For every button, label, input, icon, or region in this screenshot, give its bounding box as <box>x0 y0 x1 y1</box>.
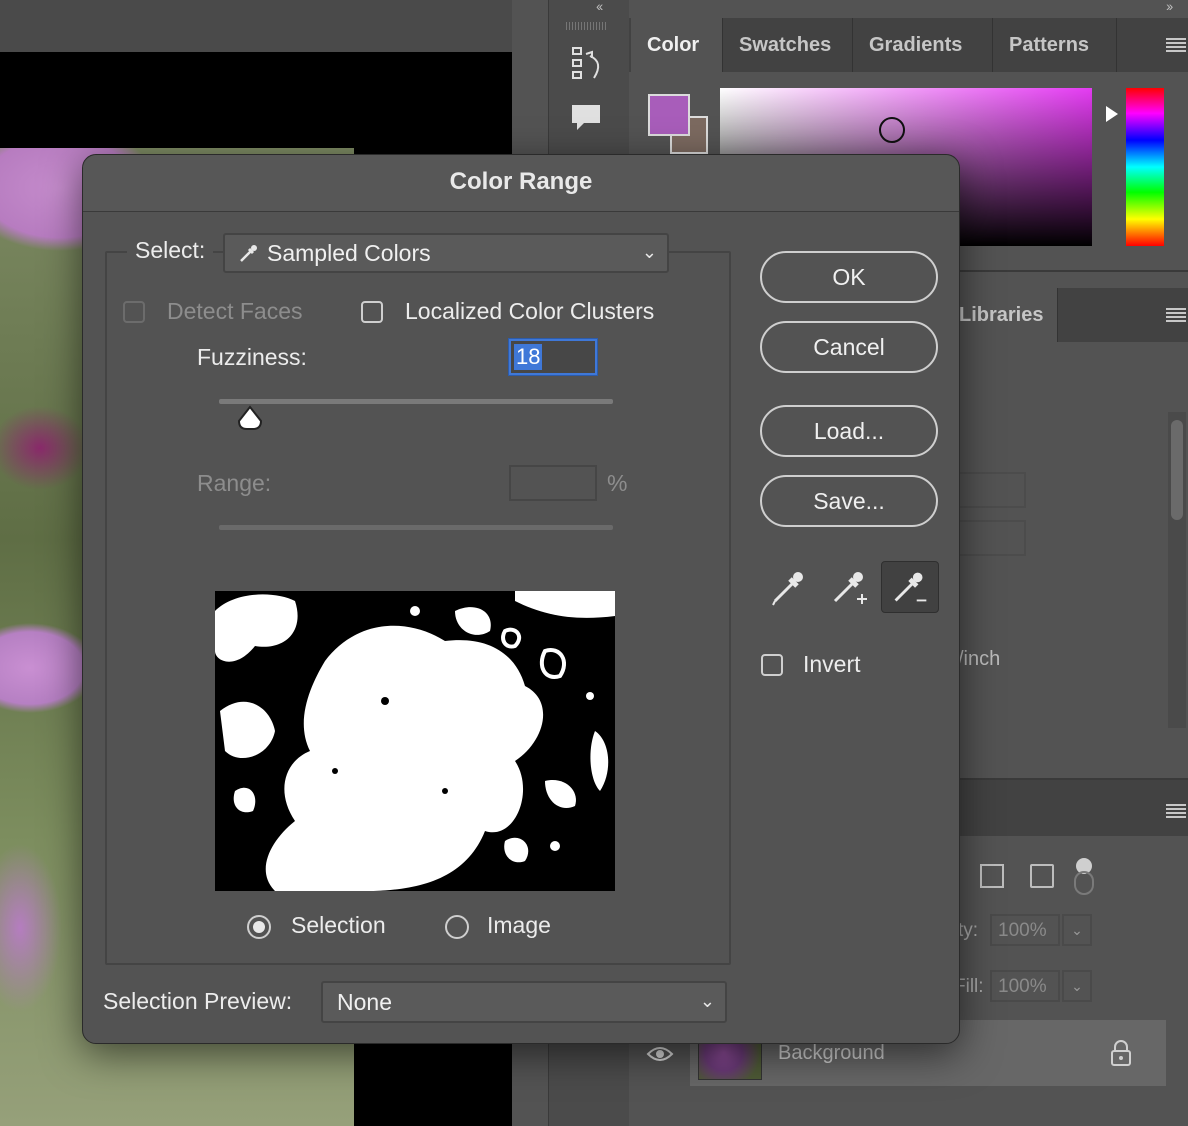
fill-field[interactable]: 100% <box>990 970 1060 1002</box>
detect-faces-label: Detect Faces <box>167 298 303 324</box>
panel-menu-icon[interactable] <box>1166 308 1186 322</box>
layer-name[interactable]: Background <box>778 1042 885 1065</box>
invert-label: Invert <box>803 651 861 677</box>
scrollbar-thumb[interactable] <box>1171 420 1183 520</box>
color-range-dialog: Color Range Select: Sampled Colors ⌄ Det… <box>82 154 960 1044</box>
chevron-down-icon[interactable]: ⌄ <box>1062 914 1092 946</box>
toggle-icon[interactable] <box>1072 856 1096 896</box>
transform-icon[interactable] <box>980 864 1004 888</box>
property-field[interactable] <box>958 472 1026 508</box>
eyedropper-icon <box>240 245 257 262</box>
hue-slider[interactable] <box>1126 88 1164 246</box>
opacity-label: ty: <box>958 920 979 941</box>
panel-menu-icon[interactable] <box>1166 38 1186 52</box>
lock-icon[interactable] <box>1110 1040 1132 1066</box>
preview-image-label: Image <box>487 912 551 938</box>
chevron-down-icon: ⌄ <box>699 991 715 1011</box>
comment-icon[interactable] <box>570 102 604 134</box>
range-unit: % <box>607 470 628 496</box>
hue-pointer-icon[interactable] <box>1106 106 1118 122</box>
fuzziness-slider-track[interactable] <box>219 399 613 404</box>
property-field[interactable] <box>958 520 1026 556</box>
grip-icon[interactable] <box>566 22 606 30</box>
range-input <box>509 465 597 501</box>
selection-preview-label: Selection Preview: <box>103 988 293 1014</box>
color-picker-ring[interactable] <box>879 117 905 143</box>
eyedropper-icon[interactable] <box>761 561 819 613</box>
select-value: Sampled Colors <box>267 240 431 266</box>
history-icon[interactable] <box>568 44 608 84</box>
tab-swatches[interactable]: Swatches <box>723 18 853 72</box>
tab-gradients[interactable]: Gradients <box>853 18 993 72</box>
artboard-icon[interactable] <box>1030 864 1054 888</box>
resolution-unit: /inch <box>958 648 1001 670</box>
cancel-button[interactable]: Cancel <box>760 321 938 373</box>
opacity-field[interactable]: 100% <box>990 914 1060 946</box>
preview-selection-label: Selection <box>291 912 386 938</box>
collapse-left-icon[interactable]: ‹‹ <box>596 0 603 14</box>
select-dropdown[interactable]: Sampled Colors ⌄ <box>223 233 669 273</box>
document-tab-bar <box>0 0 548 52</box>
fuzziness-slider-thumb[interactable] <box>237 405 263 431</box>
detect-faces-checkbox[interactable] <box>123 301 145 323</box>
tab-libraries[interactable]: Libraries <box>955 288 1059 342</box>
save-button[interactable]: Save... <box>760 475 938 527</box>
foreground-color-swatch[interactable] <box>648 94 690 136</box>
collapse-right-icon[interactable]: ›› <box>1166 0 1173 14</box>
eye-icon[interactable] <box>646 1044 674 1064</box>
localized-clusters-checkbox[interactable] <box>361 301 383 323</box>
selection-preview-image[interactable] <box>215 591 615 891</box>
fuzziness-input[interactable]: 18 <box>509 339 597 375</box>
fuzziness-label: Fuzziness: <box>197 344 307 370</box>
eyedropper-subtract-icon[interactable] <box>881 561 939 613</box>
select-label: Select: <box>127 237 214 264</box>
tab-color[interactable]: Color <box>631 18 723 72</box>
preview-image-radio[interactable] <box>445 915 469 939</box>
dialog-title: Color Range <box>83 155 959 212</box>
load-button[interactable]: Load... <box>760 405 938 457</box>
chevron-down-icon[interactable]: ⌄ <box>1062 970 1092 1002</box>
selection-preview-value: None <box>337 989 392 1015</box>
localized-clusters-label: Localized Color Clusters <box>405 298 655 324</box>
chevron-down-icon: ⌄ <box>641 242 657 262</box>
eyedropper-add-icon[interactable] <box>821 561 879 613</box>
range-label: Range: <box>197 470 272 496</box>
selection-preview-dropdown[interactable]: None ⌄ <box>321 981 727 1023</box>
ok-button[interactable]: OK <box>760 251 938 303</box>
tab-patterns[interactable]: Patterns <box>993 18 1117 72</box>
preview-selection-radio[interactable] <box>247 915 271 939</box>
panel-menu-icon[interactable] <box>1166 804 1186 818</box>
invert-checkbox[interactable] <box>761 654 783 676</box>
range-slider-track <box>219 525 613 530</box>
